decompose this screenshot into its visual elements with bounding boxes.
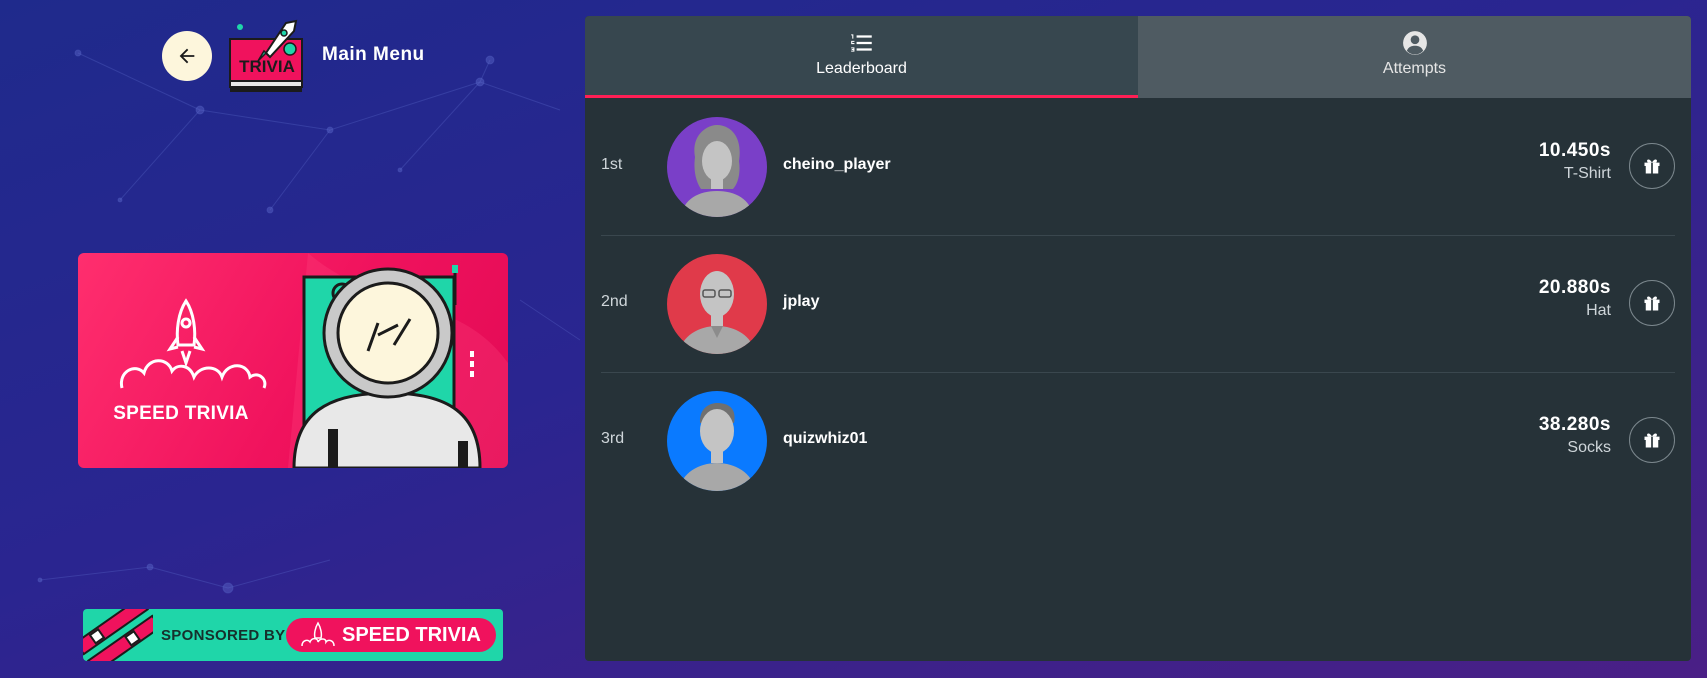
- username: jplay: [783, 293, 820, 310]
- rocket-logo-icon: [229, 19, 303, 92]
- tab-leaderboard[interactable]: Leaderboard: [585, 16, 1138, 98]
- game-banner: SPEED TRIVIA: [78, 253, 508, 468]
- sponsor-badge-icon: [83, 609, 153, 661]
- gift-button[interactable]: [1629, 143, 1675, 189]
- list-numbered-icon: [851, 34, 872, 52]
- avatar: [667, 254, 767, 354]
- gift-icon: [1644, 296, 1660, 311]
- gift-button[interactable]: [1629, 280, 1675, 326]
- male-avatar-icon: [679, 403, 755, 491]
- tab-bar: Leaderboard Attempts: [585, 16, 1691, 98]
- prize-label: T-Shirt: [1563, 165, 1611, 182]
- rank-label: 1st: [601, 156, 623, 173]
- leaderboard-panel: Leaderboard Attempts 1st cheino_player 1…: [585, 16, 1691, 661]
- leaderboard-list: 1st cheino_player 10.450s T-Shirt 2nd jp…: [601, 98, 1675, 509]
- arrow-left-icon: [179, 48, 195, 64]
- avatar: [667, 391, 767, 491]
- gift-icon: [1644, 433, 1660, 448]
- tab-attempts[interactable]: Attempts: [1138, 16, 1691, 98]
- rank-label: 3rd: [601, 430, 625, 447]
- gift-icon: [1644, 159, 1660, 174]
- rocket-icon: [301, 621, 335, 647]
- main-menu-title[interactable]: Main Menu: [322, 44, 425, 66]
- logo-text: TRIVIA: [239, 57, 295, 76]
- rank-label: 2nd: [601, 293, 628, 310]
- leaderboard-row[interactable]: 2nd jplay 20.880s Hat: [601, 235, 1675, 372]
- leaderboard-row[interactable]: 1st cheino_player 10.450s T-Shirt: [601, 98, 1675, 235]
- tab-attempts-label: Attempts: [1382, 60, 1447, 77]
- banner-title: SPEED TRIVIA: [113, 403, 249, 424]
- sponsor-label: SPONSORED BY: [161, 627, 286, 644]
- prize-label: Hat: [1586, 302, 1611, 319]
- tab-leaderboard-label: Leaderboard: [816, 60, 907, 77]
- male-glasses-avatar-icon: [679, 271, 755, 354]
- avatar: [667, 117, 767, 217]
- trivia-logo: TRIVIA: [226, 17, 308, 95]
- time-value: 10.450s: [1538, 140, 1611, 161]
- username: quizwhiz01: [783, 430, 868, 447]
- time-value: 38.280s: [1538, 414, 1611, 435]
- astronaut-illustration: [119, 253, 508, 468]
- leaderboard-row[interactable]: 3rd quizwhiz01 38.280s Socks: [601, 372, 1675, 509]
- sponsor-brand-text: SPEED TRIVIA: [342, 624, 481, 646]
- prize-label: Socks: [1567, 439, 1611, 456]
- gift-button[interactable]: [1629, 417, 1675, 463]
- username: cheino_player: [783, 156, 891, 173]
- sponsor-bar[interactable]: SPONSORED BY SPEED TRIVIA: [83, 609, 503, 661]
- back-button[interactable]: [162, 31, 212, 81]
- sponsor-brand-pill[interactable]: SPEED TRIVIA: [286, 618, 496, 652]
- time-value: 20.880s: [1538, 277, 1611, 298]
- female-avatar-icon: [681, 125, 753, 217]
- user-circle-icon: [1403, 31, 1427, 55]
